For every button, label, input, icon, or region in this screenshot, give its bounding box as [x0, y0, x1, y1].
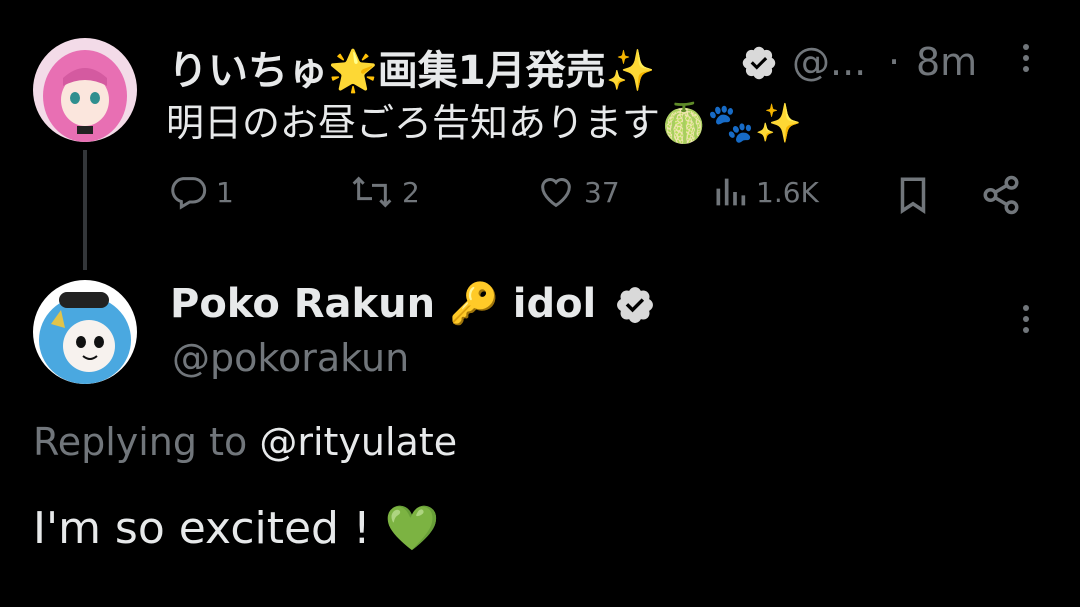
like-icon [536, 172, 576, 212]
more-icon[interactable] [1023, 44, 1031, 77]
like-button[interactable]: 37 [536, 172, 620, 212]
views-count: 1.6K [756, 175, 819, 209]
reply-author-name[interactable]: Poko Rakun 🔑 idol [170, 280, 596, 327]
repost-button[interactable]: 2 [350, 172, 420, 212]
more-icon[interactable] [1023, 305, 1031, 338]
replying-to: Replying to @rityulate [33, 420, 457, 464]
reply-text: I'm so excited ! 💚 [33, 503, 440, 554]
views-icon [712, 172, 748, 212]
avatar[interactable] [33, 38, 137, 142]
reply-button[interactable]: 1 [168, 172, 234, 212]
thread-connector [83, 150, 87, 270]
replying-prefix: Replying to [33, 420, 248, 464]
repost-icon [350, 172, 394, 212]
repost-count: 2 [402, 175, 420, 209]
reply-count: 1 [216, 175, 234, 209]
replying-handle-link[interactable]: @rityulate [259, 420, 457, 464]
bookmark-icon[interactable] [894, 174, 932, 220]
author-name[interactable]: りいちゅ🌟画集1月発売✨ [168, 38, 655, 96]
verified-badge-icon [740, 44, 778, 86]
tweet-text: 明日のお昼ごろ告知あります🍈🐾✨ [166, 101, 802, 145]
views-button[interactable]: 1.6K [712, 172, 819, 212]
separator-dot: · [888, 40, 901, 84]
like-count: 37 [584, 175, 620, 209]
author-handle[interactable]: @... [792, 40, 866, 84]
reply-icon [168, 172, 208, 212]
tweet-time[interactable]: 8m [916, 40, 977, 84]
avatar[interactable] [33, 280, 137, 384]
reply-author-handle[interactable]: @pokorakun [172, 336, 409, 380]
verified-badge-icon [614, 284, 656, 330]
share-icon[interactable] [980, 174, 1022, 220]
